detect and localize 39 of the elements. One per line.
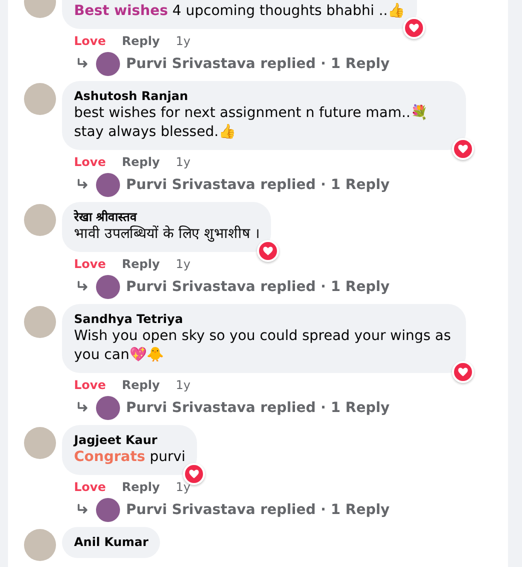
love-link[interactable]: Love <box>74 377 106 393</box>
view-replies-link[interactable]: Purvi Srivastava replied · 1 Reply <box>126 400 390 416</box>
avatar[interactable] <box>96 275 120 299</box>
author-name[interactable]: Sandhya Tetriya <box>74 311 454 327</box>
comment-text: best wishes for next assignment n future mam..💐stay always blessed.👍 <box>74 104 428 142</box>
view-replies-link[interactable]: Purvi Srivastava replied · 1 Reply <box>126 279 390 295</box>
heart-reaction-icon[interactable] <box>452 138 474 160</box>
love-link[interactable]: Love <box>74 33 106 49</box>
heart-reaction-icon[interactable] <box>257 240 280 262</box>
timestamp[interactable]: 1y <box>176 256 191 272</box>
reply-link[interactable]: Reply <box>122 377 160 393</box>
comment-text: भावी उपलब्धियों के लिए शुभाशीष । <box>74 225 260 244</box>
author-name[interactable]: रेखा श्रीवास्तव <box>74 209 260 225</box>
timestamp[interactable]: 1y <box>176 377 191 393</box>
view-replies-link[interactable]: Purvi Srivastava replied · 1 Reply <box>126 177 390 193</box>
comment-text: Best wishes 4 upcoming thoughts bhabhi ..👍 <box>74 2 405 21</box>
love-link[interactable]: Love <box>74 154 106 170</box>
love-link[interactable]: Love <box>74 479 106 495</box>
comment-text: Wish you open sky so you could spread your wings as you can💖🐥 <box>74 327 452 365</box>
author-name[interactable]: Anil Kumar <box>74 534 148 550</box>
reply-link[interactable]: Reply <box>122 479 160 495</box>
timestamp[interactable]: 1y <box>176 154 191 170</box>
view-replies-link[interactable]: Purvi Srivastava replied · 1 Reply <box>126 56 390 72</box>
heart-reaction-icon[interactable] <box>452 361 474 383</box>
love-link[interactable]: Love <box>74 256 106 272</box>
author-name[interactable]: Jagjeet Kaur <box>74 432 186 448</box>
author-name[interactable]: Ashutosh Ranjan <box>74 88 454 104</box>
reply-link[interactable]: Reply <box>122 33 160 49</box>
avatar[interactable] <box>96 498 120 522</box>
timestamp[interactable]: 1y <box>176 479 191 495</box>
reply-link[interactable]: Reply <box>122 154 160 170</box>
avatar[interactable] <box>96 396 120 420</box>
avatar[interactable] <box>96 52 120 76</box>
comment-text: Congrats purvi <box>74 448 186 467</box>
view-replies-link[interactable]: Purvi Srivastava replied · 1 Reply <box>126 502 390 518</box>
timestamp[interactable]: 1y <box>176 33 191 49</box>
reply-link[interactable]: Reply <box>122 256 160 272</box>
heart-reaction-icon[interactable] <box>402 17 425 39</box>
avatar[interactable] <box>96 173 120 197</box>
